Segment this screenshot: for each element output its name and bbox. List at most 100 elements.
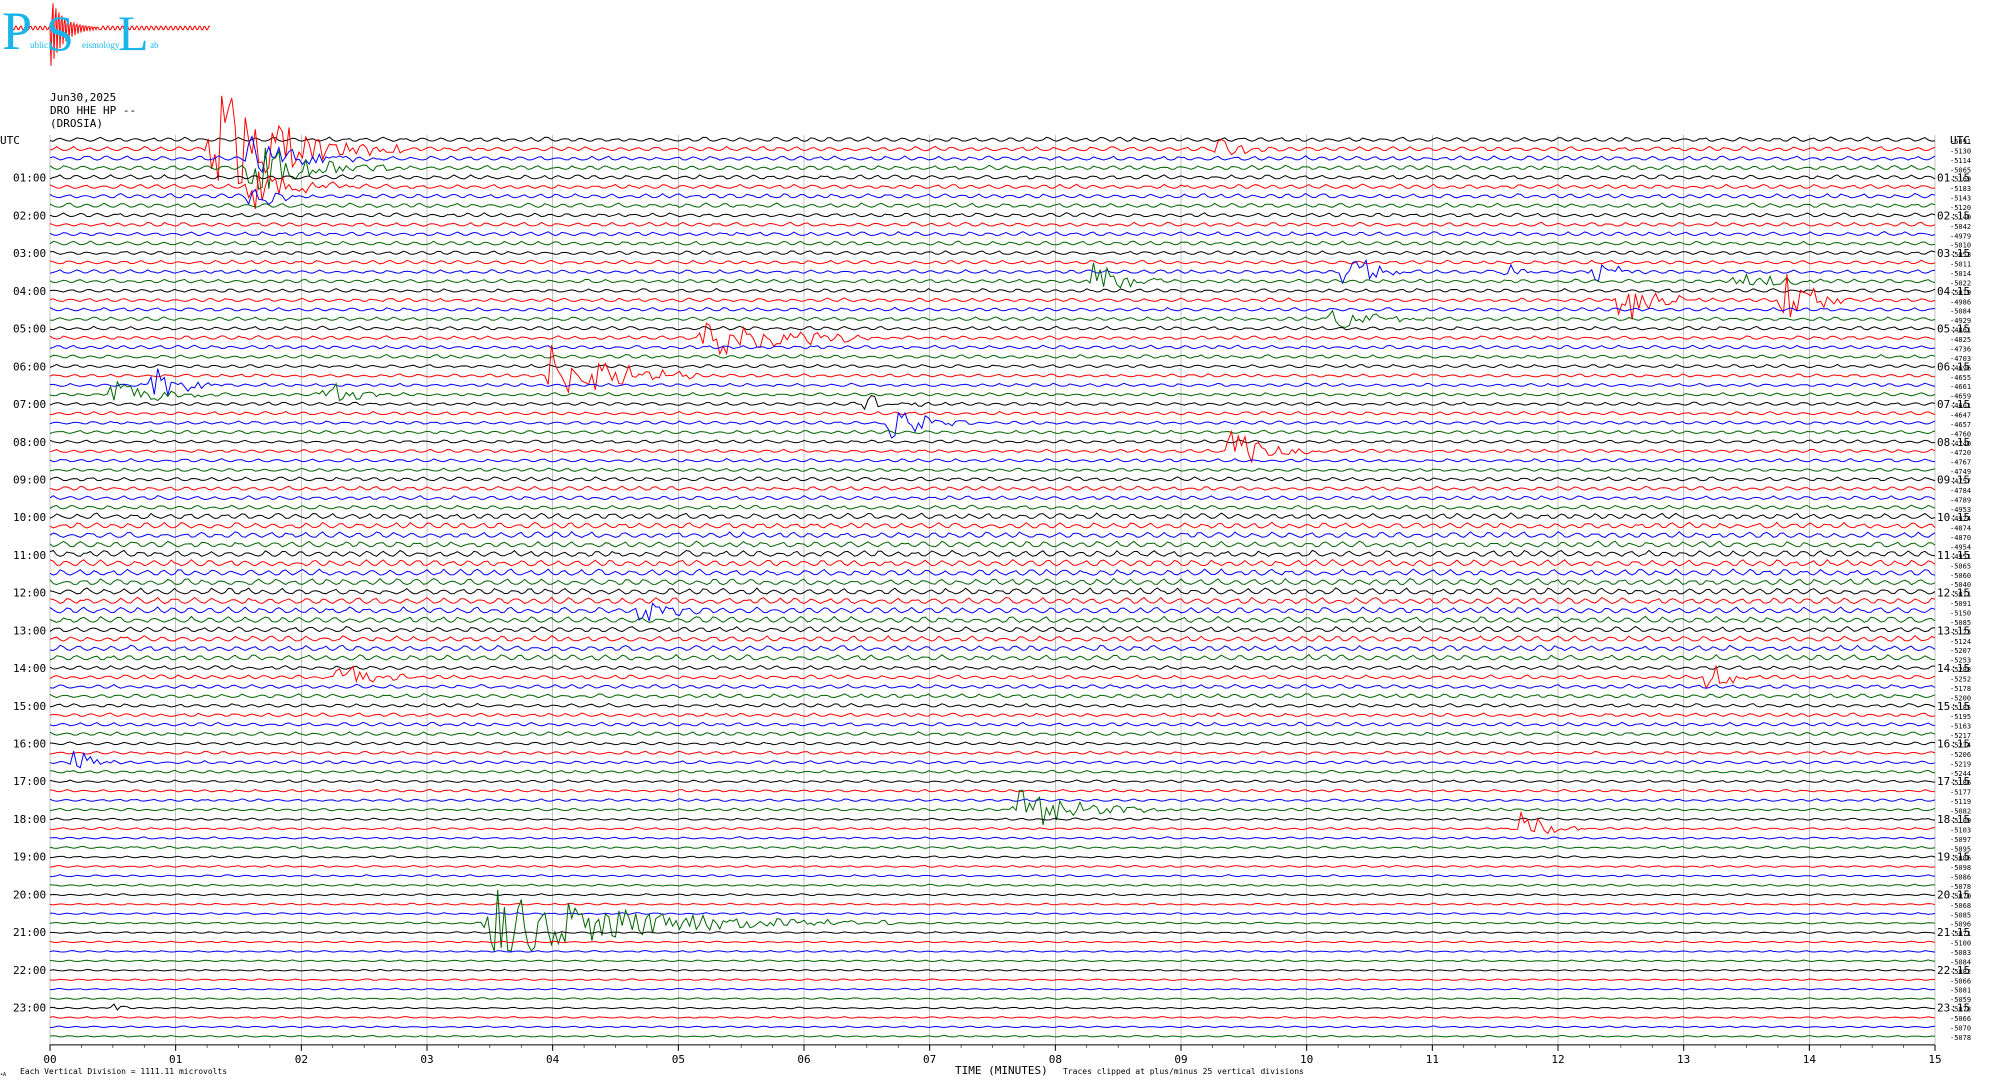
seismogram-trace [49, 250, 1936, 255]
x-tick-label: 01 [169, 1053, 182, 1066]
seismogram-trace [49, 683, 1936, 689]
seismogram-trace [49, 495, 1936, 501]
trace-offset-label: -4647 [1950, 411, 1971, 419]
x-tick-label: 14 [1803, 1053, 1817, 1066]
seismogram-trace [49, 309, 1936, 328]
right-hour-label: 08:15 [1937, 436, 1970, 449]
seismogram-trace [49, 147, 1936, 191]
trace-offset-label: -5119 [1950, 798, 1971, 806]
seismogram-trace [49, 212, 1936, 218]
left-axis-title: UTC [0, 134, 20, 147]
seismogram-trace [49, 721, 1936, 727]
trace-offset-label: -5097 [1950, 836, 1971, 844]
seismogram-trace [49, 712, 1936, 718]
seismogram-trace [49, 702, 1936, 708]
trace-offset-label: -4657 [1950, 421, 1971, 429]
seismogram-trace [49, 635, 1936, 642]
seismogram-trace [49, 741, 1936, 746]
seismogram-trace [49, 202, 1936, 208]
trace-offset-label: -5042 [1950, 223, 1971, 231]
trace-offset-label: -5083 [1950, 949, 1971, 957]
x-tick-label: 09 [1174, 1053, 1187, 1066]
seismogram-trace [49, 959, 1936, 963]
trace-offset-label: -4661 [1950, 383, 1971, 391]
seismogram-trace [49, 664, 1935, 670]
left-hour-label: 11:00 [13, 549, 46, 562]
trace-offset-label: -4784 [1950, 487, 1971, 495]
seismogram-trace [49, 512, 1936, 520]
x-tick-label: 07 [923, 1053, 936, 1066]
right-hour-label: 01:15 [1937, 172, 1970, 185]
seismogram-trace [49, 458, 1936, 463]
seismogram-trace [49, 411, 1936, 439]
seismogram-trace [49, 429, 1936, 435]
trace-offset-label: -5011 [1950, 261, 1971, 269]
seismogram-trace [50, 987, 1936, 991]
trace-offset-label: -5195 [1950, 713, 1971, 721]
left-hour-label: 21:00 [13, 926, 46, 939]
trace-offset-label: -5091 [1950, 600, 1971, 608]
seismogram-trace [49, 836, 1936, 840]
seismogram-trace [49, 504, 1936, 510]
seismogram-trace [49, 883, 1935, 887]
clip-note: Traces clipped at plus/minus 25 vertical… [1063, 1067, 1304, 1076]
trace-offset-label: -4825 [1950, 336, 1971, 344]
seismogram-trace [49, 221, 1936, 227]
seismogram-trace [49, 769, 1936, 774]
seismogram-trace [49, 1003, 1936, 1011]
x-tick-label: 08 [1049, 1053, 1062, 1066]
seismogram-trace [49, 653, 1936, 661]
seismogram-trace [49, 395, 1936, 411]
trace-offset-label: -5177 [1950, 789, 1971, 797]
seismogram-trace [49, 997, 1936, 1000]
right-hour-label: 22:15 [1937, 964, 1970, 977]
x-tick-label: 13 [1677, 1053, 1690, 1066]
seismogram-trace [49, 615, 1936, 623]
seismogram-trace [49, 240, 1936, 246]
seismogram-trace [49, 530, 1936, 539]
trace-offset-label: -4874 [1950, 525, 1971, 533]
seismogram-trace [49, 259, 1936, 265]
seismogram-trace [49, 380, 1936, 402]
seismogram-trace [49, 188, 1936, 206]
right-hour-label: 19:15 [1937, 851, 1970, 864]
x-tick-label: 11 [1426, 1053, 1439, 1066]
trace-offset-label: -5086 [1950, 874, 1971, 882]
trace-offset-label: -5178 [1950, 685, 1971, 693]
seismogram-trace [49, 368, 1936, 396]
trace-offset-label: -4789 [1950, 496, 1971, 504]
trace-offset-label: -4979 [1950, 232, 1971, 240]
trace-offset-label: -5084 [1950, 308, 1971, 316]
left-hour-label: 05:00 [13, 323, 46, 336]
seismogram-trace [49, 345, 1936, 395]
seismogram-trace [49, 817, 1936, 821]
trace-offset-label: -5060 [1950, 572, 1971, 580]
x-tick-label: 03 [420, 1053, 433, 1066]
seismogram-trace [49, 171, 1936, 210]
trace-offset-label: -4720 [1950, 449, 1971, 457]
x-tick-label: 02 [295, 1053, 308, 1066]
trace-offset-label: -5014 [1950, 270, 1971, 278]
seismogram-trace [49, 779, 1936, 783]
trace-offset-label: -5066 [1950, 1015, 1971, 1023]
seismogram-trace [49, 325, 1936, 331]
seismogram-trace [49, 596, 1936, 605]
trace-offset-label: -4870 [1950, 534, 1971, 542]
seismogram-trace [49, 788, 1936, 793]
seismogram-trace [49, 940, 1936, 944]
seismogram-trace [49, 363, 1936, 369]
trace-offset-label: -5143 [1950, 195, 1971, 203]
right-axis-title: UTC [1950, 134, 1970, 147]
seismogram-traces [49, 95, 1936, 1038]
seismogram-trace [49, 1025, 1936, 1029]
seismogram-trace [49, 410, 1936, 416]
left-hour-label: 10:00 [13, 511, 46, 524]
seismogram-trace [49, 845, 1936, 849]
right-hour-label: 17:15 [1937, 775, 1970, 788]
trace-offset-label: -5207 [1950, 647, 1971, 655]
seismogram-trace [49, 174, 1936, 180]
seismogram-trace [49, 568, 1936, 576]
right-hour-label: 14:15 [1937, 662, 1970, 675]
trace-offset-label: -5065 [1950, 562, 1971, 570]
seismogram-trace [49, 521, 1936, 529]
